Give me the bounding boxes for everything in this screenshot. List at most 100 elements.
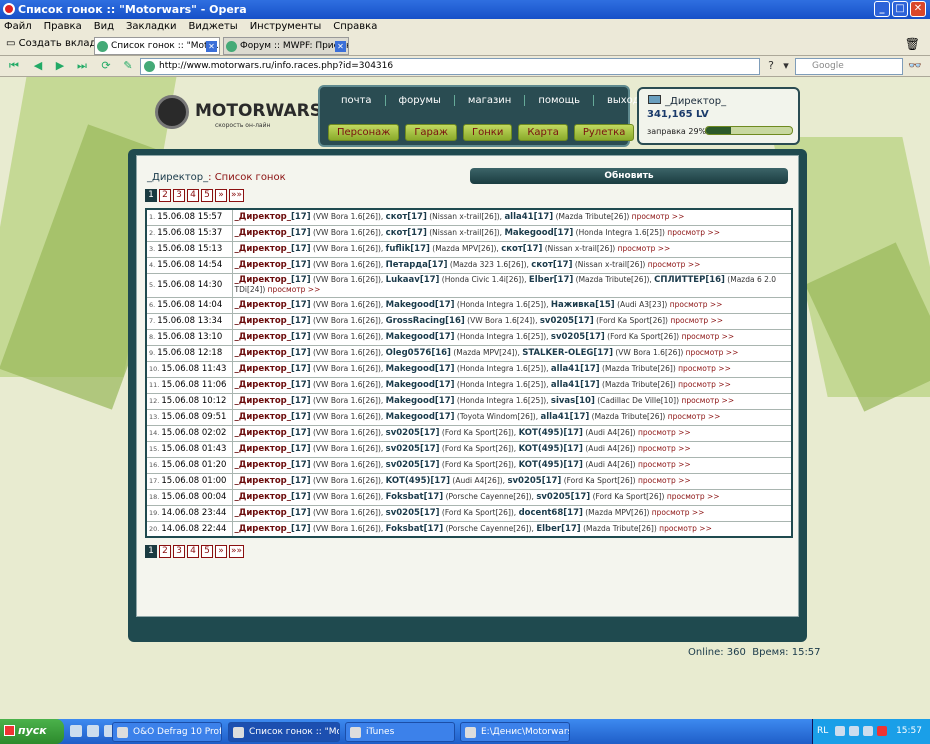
racer-link[interactable]: alla41 <box>551 364 580 374</box>
view-race-link[interactable]: просмотр >> <box>618 244 671 253</box>
view-race-link[interactable]: просмотр >> <box>681 332 734 341</box>
page-2[interactable]: 2 <box>159 545 171 558</box>
nav-mail[interactable]: почта <box>328 95 386 106</box>
racer-link[interactable]: _Директор_ <box>235 492 292 502</box>
racer-link[interactable]: _Директор_ <box>235 460 292 470</box>
menu-view[interactable]: Вид <box>94 21 114 33</box>
racer-link[interactable]: _Директор_ <box>235 444 292 454</box>
racer-link[interactable]: Foksbat <box>386 524 424 534</box>
racer-link[interactable]: скот <box>386 228 408 238</box>
taskbar-item-itunes[interactable]: iTunes <box>345 722 455 742</box>
tray-icon[interactable] <box>863 726 873 736</box>
racer-link[interactable]: fuflik <box>386 244 411 254</box>
fast-forward-icon[interactable]: ⏭ <box>74 59 90 73</box>
racer-link[interactable]: Makegood <box>386 412 435 422</box>
racer-link[interactable]: alla41 <box>504 212 533 222</box>
racer-link[interactable]: _Директор_ <box>235 508 292 518</box>
racer-link[interactable]: Makegood <box>386 396 435 406</box>
nav-forums[interactable]: форумы <box>386 95 455 106</box>
menu-file[interactable]: Файл <box>4 21 32 33</box>
rewind-icon[interactable]: ⏮ <box>6 59 22 73</box>
racer-link[interactable]: Makegood <box>386 332 435 342</box>
racer-link[interactable]: Lukaav <box>386 275 420 285</box>
wand-icon[interactable]: ✎ <box>120 59 136 73</box>
tab-races[interactable]: Список гонок :: "Motor... ✕ <box>94 37 220 55</box>
racer-link[interactable]: Elber <box>529 275 554 285</box>
racer-link[interactable]: _Директор_ <box>235 275 292 285</box>
view-race-link[interactable]: просмотр >> <box>678 380 731 389</box>
racer-link[interactable]: sv0205 <box>540 316 574 326</box>
antivirus-icon[interactable] <box>877 726 887 736</box>
forward-icon[interactable]: ▶ <box>52 59 68 73</box>
racer-link[interactable]: Петарда <box>386 260 428 270</box>
view-race-link[interactable]: просмотр >> <box>659 524 712 533</box>
racer-link[interactable]: _Директор_ <box>235 524 292 534</box>
racer-link[interactable]: sv0205 <box>536 492 570 502</box>
menu-edit[interactable]: Правка <box>44 21 82 33</box>
racer-link[interactable]: KOT(495) <box>519 428 564 438</box>
view-race-link[interactable]: просмотр >> <box>638 460 691 469</box>
racer-link[interactable]: _Директор_ <box>235 412 292 422</box>
racer-link[interactable]: sv0205 <box>386 428 420 438</box>
page-last[interactable]: »» <box>229 189 245 202</box>
nav-garage-button[interactable]: Гараж <box>405 124 458 141</box>
racer-link[interactable]: Foksbat <box>386 492 424 502</box>
tab-forum[interactable]: Форум :: MWPF: Приемн... ✕ <box>223 37 349 55</box>
racer-link[interactable]: GrossRacing <box>386 316 446 326</box>
page-1[interactable]: 1 <box>145 189 157 202</box>
racer-link[interactable]: _Директор_ <box>235 348 292 358</box>
racer-link[interactable]: _Директор_ <box>235 244 292 254</box>
racer-link[interactable]: _Директор_ <box>235 332 292 342</box>
menu-tools[interactable]: Инструменты <box>250 21 322 33</box>
start-button[interactable]: пуск <box>0 719 64 744</box>
chevron-down-icon[interactable]: ▾ <box>778 59 794 73</box>
site-logo[interactable]: MOTORWARS.RU скорость он-лайн <box>155 95 355 135</box>
view-race-link[interactable]: просмотр >> <box>667 492 720 501</box>
racer-link[interactable]: alla41 <box>541 412 570 422</box>
racer-link[interactable]: docent68 <box>519 508 564 518</box>
view-race-link[interactable]: просмотр >> <box>632 212 685 221</box>
page-next[interactable]: » <box>215 545 227 558</box>
history-dropdown-icon[interactable]: ? <box>763 59 779 73</box>
nav-races-button[interactable]: Гонки <box>463 124 513 141</box>
close-tab-icon[interactable]: ✕ <box>335 41 346 52</box>
search-input[interactable]: Google <box>795 58 903 75</box>
racer-link[interactable]: _Директор_ <box>235 364 292 374</box>
close-button[interactable]: ✕ <box>910 1 926 17</box>
racer-link[interactable]: Makegood <box>386 300 435 310</box>
racer-link[interactable]: Наживка <box>551 300 595 310</box>
glasses-icon[interactable]: 👓 <box>908 59 922 72</box>
minimize-button[interactable]: _ <box>874 1 890 17</box>
nav-map-button[interactable]: Карта <box>518 124 568 141</box>
racer-link[interactable]: STALKER-OLEG <box>522 348 593 358</box>
racer-link[interactable]: Makegood <box>386 364 435 374</box>
nav-character-button[interactable]: Персонаж <box>328 124 400 141</box>
view-race-link[interactable]: просмотр >> <box>678 364 731 373</box>
taskbar-item-defrag[interactable]: O&O Defrag 10 Profe... <box>112 722 222 742</box>
racer-link[interactable]: скот <box>531 260 553 270</box>
racer-link[interactable]: _Директор_ <box>235 396 292 406</box>
racer-link[interactable]: СПЛИТТЕР <box>654 275 705 285</box>
view-race-link[interactable]: просмотр >> <box>670 300 723 309</box>
view-race-link[interactable]: просмотр >> <box>638 428 691 437</box>
desktop-icon[interactable] <box>70 725 82 737</box>
back-icon[interactable]: ◀ <box>30 59 46 73</box>
page-4[interactable]: 4 <box>187 545 199 558</box>
racer-link[interactable]: _Директор_ <box>235 476 292 486</box>
racer-link[interactable]: KOT(495) <box>519 444 564 454</box>
page-5[interactable]: 5 <box>201 189 213 202</box>
racer-link[interactable]: sv0205 <box>386 508 420 518</box>
racer-link[interactable]: Makegood <box>386 380 435 390</box>
reload-icon[interactable]: ⟳ <box>98 59 114 73</box>
nav-shop[interactable]: магазин <box>455 95 526 106</box>
maximize-button[interactable]: □ <box>892 1 908 17</box>
page-5[interactable]: 5 <box>201 545 213 558</box>
racer-link[interactable]: _Директор_ <box>235 260 292 270</box>
racer-link[interactable]: _Директор_ <box>235 428 292 438</box>
language-indicator[interactable]: RL <box>817 726 828 736</box>
nav-roulette-button[interactable]: Рулетка <box>573 124 635 141</box>
view-race-link[interactable]: просмотр >> <box>652 508 705 517</box>
racer-link[interactable]: _Директор_ <box>235 212 292 222</box>
view-race-link[interactable]: просмотр >> <box>638 476 691 485</box>
page-2[interactable]: 2 <box>159 189 171 202</box>
